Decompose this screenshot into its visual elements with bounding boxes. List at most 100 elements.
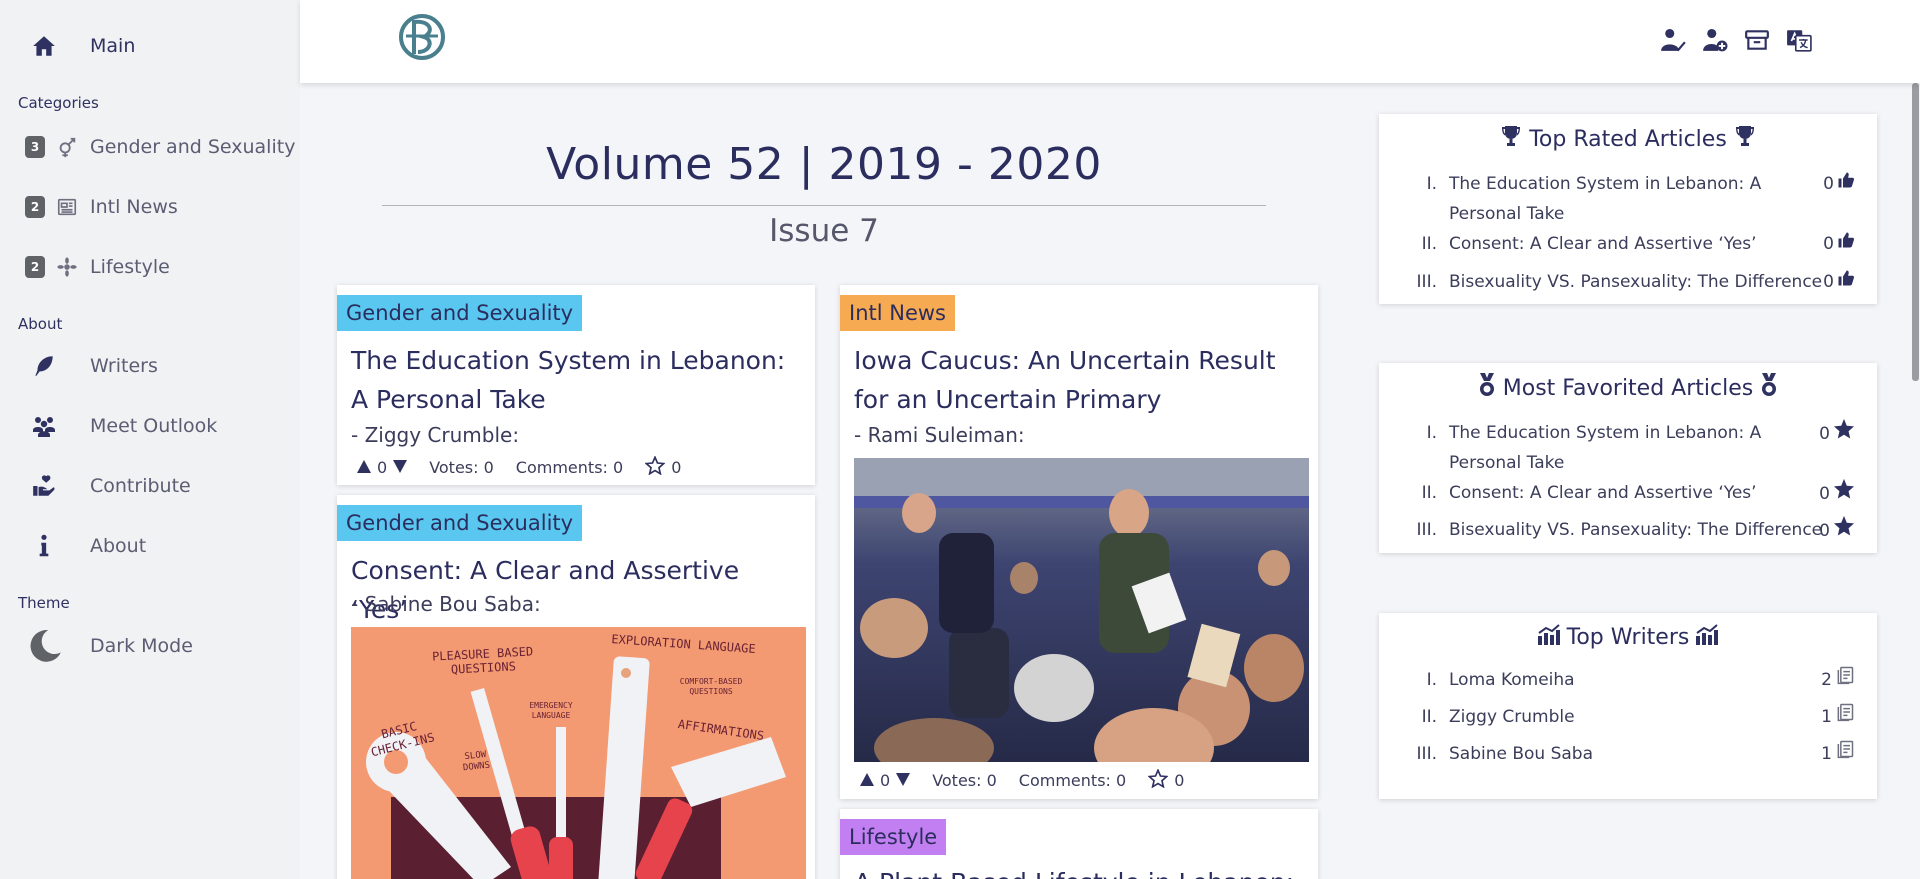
sidebar-item-writers[interactable]: Writers [0, 344, 300, 388]
sidebar-item-main[interactable]: Main [0, 24, 300, 68]
favorite-count: 0 [1819, 515, 1855, 546]
top-writers-widget: Top Writers I. Loma Komeiha 2 II. Ziggy … [1379, 613, 1877, 799]
downvote-icon[interactable] [896, 771, 911, 790]
star-outline-icon[interactable] [644, 455, 666, 479]
thumbs-up-icon [1837, 229, 1855, 259]
ranked-article-title[interactable]: The Education System in Lebanon: A Perso… [1449, 169, 1809, 229]
moon-icon [26, 627, 64, 665]
translate-icon[interactable] [1786, 27, 1812, 53]
writer-name[interactable]: Sabine Bou Saba [1449, 739, 1809, 769]
illustration-word: EMERGENCY LANGUAGE [529, 701, 573, 720]
category-tag[interactable]: Intl News [840, 295, 955, 331]
sidebar-item-label: Gender and Sexuality [90, 136, 296, 158]
medal-icon [1477, 373, 1497, 403]
article-author[interactable]: - Sabine Bou Saba: [351, 592, 541, 616]
sidebar-item-contribute[interactable]: Contribute [0, 464, 300, 508]
star-outline-icon[interactable] [1147, 768, 1169, 792]
article-author[interactable]: - Ziggy Crumble: [351, 423, 519, 447]
votes-count: Votes: 0 [429, 458, 494, 477]
rank-number: II. [1421, 234, 1437, 254]
volume-title: Volume 52 | 2019 - 2020 [546, 139, 1102, 190]
rank-number: II. [1421, 707, 1437, 727]
gender-icon [56, 136, 78, 158]
consent-illustration[interactable]: PLEASURE BASED QUESTIONS EXPLORATION LAN… [351, 627, 806, 879]
sidebar-item-meet-outlook[interactable]: Meet Outlook [0, 404, 300, 448]
comments-count: Comments: 0 [515, 458, 624, 477]
count-badge: 2 [25, 256, 45, 278]
divider [382, 205, 1266, 206]
sidebar-item-label: Contribute [90, 475, 191, 497]
downvote-icon[interactable] [393, 458, 408, 477]
sidebar-item-label: Lifestyle [90, 256, 170, 278]
rank-number: I. [1426, 670, 1437, 690]
medal-icon [1759, 373, 1779, 403]
ranked-article-title[interactable]: Consent: A Clear and Assertive ‘Yes’ [1449, 478, 1809, 508]
sidebar-item-lifestyle[interactable]: 2 Lifestyle [0, 245, 300, 289]
documents-icon [1835, 739, 1855, 769]
article-card[interactable]: Gender and Sexuality Consent: A Clear an… [337, 495, 815, 879]
top-header [300, 0, 1920, 83]
scrollbar-thumb[interactable] [1912, 83, 1919, 381]
dark-mode-toggle[interactable]: Dark Mode [0, 624, 300, 668]
count-value: 0 [1819, 483, 1830, 504]
category-tag[interactable]: Lifestyle [840, 819, 947, 855]
outlook-logo[interactable] [398, 12, 446, 62]
article-card[interactable]: Intl News Iowa Caucus: An Uncertain Resu… [840, 285, 1318, 799]
article-meta: 0 Votes: 0 Comments: 0 0 [860, 768, 1185, 792]
favorites-count: 0 [671, 458, 682, 477]
upvote-icon[interactable] [357, 458, 371, 477]
category-tag[interactable]: Gender and Sexuality [337, 295, 583, 331]
sidebar-item-label: Main [90, 35, 136, 57]
archive-icon[interactable] [1744, 27, 1770, 53]
writer-name[interactable]: Ziggy Crumble [1449, 702, 1809, 732]
upvote-count: 0 [880, 771, 891, 790]
trophy-icon [1733, 124, 1757, 154]
upvote-icon[interactable] [860, 771, 874, 790]
thumbs-up-icon [1837, 267, 1855, 297]
ranked-article-title[interactable]: Bisexuality VS. Pansexuality: The Differ… [1449, 515, 1829, 545]
ranked-article-title[interactable]: Bisexuality VS. Pansexuality: The Differ… [1449, 267, 1829, 297]
user-plus-icon[interactable] [1702, 27, 1728, 53]
categories-heading: Categories [18, 94, 99, 112]
article-title[interactable]: Consent: A Clear and Assertive ‘Yes’ [351, 551, 801, 629]
article-title[interactable]: The Education System in Lebanon: A Perso… [351, 341, 801, 419]
ranked-article-title[interactable]: The Education System in Lebanon: A Perso… [1449, 418, 1809, 478]
article-count: 1 [1821, 739, 1855, 769]
sidebar-item-about[interactable]: About [0, 524, 300, 568]
sidebar-item-label: Meet Outlook [90, 415, 218, 437]
article-card[interactable]: Gender and Sexuality The Education Syste… [337, 285, 815, 485]
sidebar-item-intl-news[interactable]: 2 Intl News [0, 185, 300, 229]
article-title[interactable]: Iowa Caucus: An Uncertain Result for an … [854, 341, 1294, 419]
home-icon [28, 30, 60, 62]
rank-number: I. [1426, 423, 1437, 443]
favorites-count: 0 [1174, 771, 1185, 790]
info-icon [28, 530, 60, 562]
article-author[interactable]: - Rami Suleiman: [854, 423, 1025, 447]
favorite-count: 0 [1819, 418, 1855, 449]
ranked-article-title[interactable]: Consent: A Clear and Assertive ‘Yes’ [1449, 229, 1809, 259]
writer-name[interactable]: Loma Komeiha [1449, 665, 1809, 695]
star-icon [1833, 515, 1855, 546]
category-tag[interactable]: Gender and Sexuality [337, 505, 583, 541]
chart-icon [1695, 623, 1719, 651]
article-count: 2 [1821, 665, 1855, 695]
article-title[interactable]: A Plant-Based Lifestyle in Lebanon: [854, 863, 1304, 879]
rank-number: III. [1416, 520, 1437, 540]
article-meta: 0 Votes: 0 Comments: 0 0 [357, 455, 682, 479]
chart-icon [1537, 623, 1561, 651]
sidebar-item-gender-and-sexuality[interactable]: 3 Gender and Sexuality [0, 125, 300, 169]
rank-number: III. [1416, 272, 1437, 292]
widget-title: Most Favorited Articles [1379, 373, 1877, 403]
documents-icon [1835, 665, 1855, 695]
article-card[interactable]: Lifestyle A Plant-Based Lifestyle in Leb… [840, 809, 1318, 879]
sidebar-item-label: Writers [90, 355, 158, 377]
caucus-photo[interactable] [854, 458, 1309, 762]
most-favorited-widget: Most Favorited Articles I. The Education… [1379, 363, 1877, 553]
widget-title: Top Rated Articles [1379, 124, 1877, 154]
votes-count: Votes: 0 [932, 771, 997, 790]
count-value: 0 [1823, 272, 1834, 292]
user-check-icon[interactable] [1660, 27, 1686, 53]
spa-icon [56, 256, 78, 278]
sidebar-item-label: About [90, 535, 147, 557]
widget-title-text: Top Rated Articles [1529, 126, 1727, 152]
